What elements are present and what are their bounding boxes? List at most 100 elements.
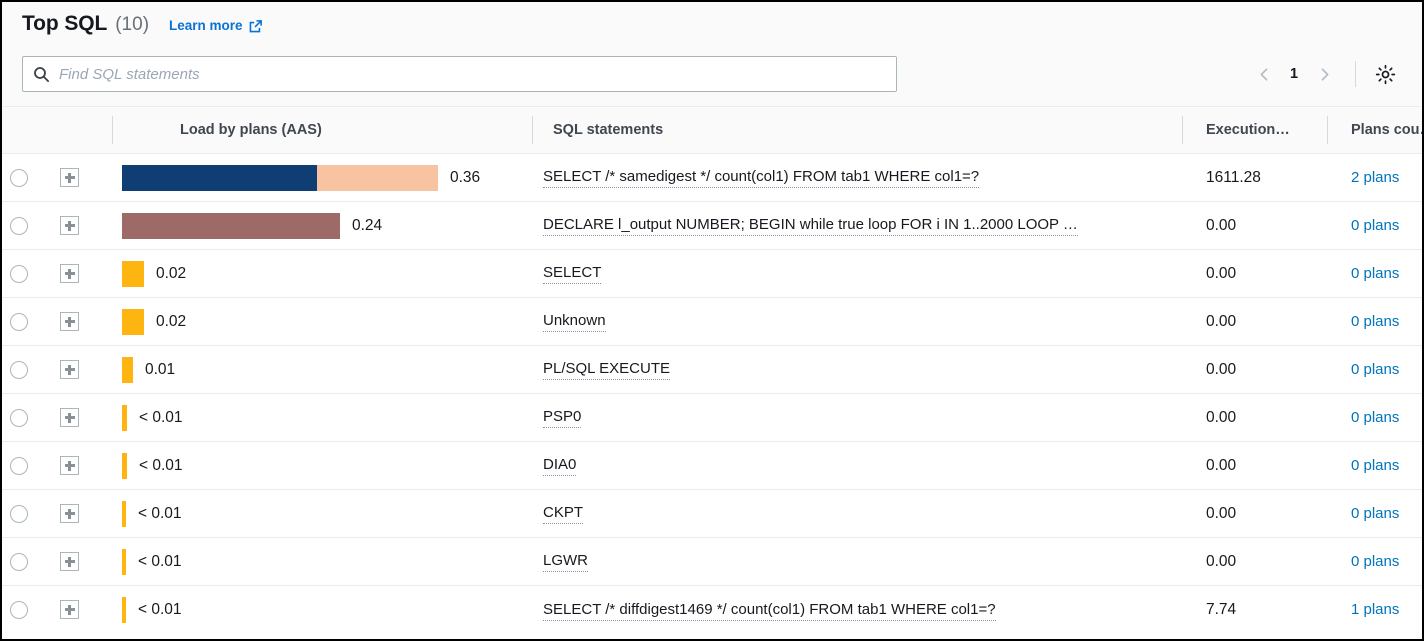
sql-statement-cell: PL/SQL EXECUTE [532, 346, 1182, 394]
next-page-button[interactable] [1307, 57, 1341, 91]
load-bar[interactable] [122, 261, 144, 287]
sql-statement-text[interactable]: Unknown [543, 312, 606, 332]
plans-count-cell: 0 plans [1327, 346, 1422, 394]
plans-count-cell: 0 plans [1327, 250, 1422, 298]
load-bar[interactable] [122, 405, 127, 431]
load-bar-segment [122, 549, 126, 575]
learn-more-link[interactable]: Learn more [169, 18, 263, 33]
table-row[interactable]: 0.02Unknown0.000 plans [2, 298, 1422, 346]
load-bar[interactable] [122, 309, 144, 335]
expand-plus-icon[interactable] [60, 408, 79, 427]
table-row[interactable]: 0.24 DECLARE l_output NUMBER; BEGIN while… [2, 202, 1422, 250]
previous-page-button[interactable] [1247, 57, 1281, 91]
preferences-button[interactable] [1370, 59, 1400, 89]
plans-count-link[interactable]: 0 plans [1351, 553, 1399, 570]
row-radio-button[interactable] [10, 553, 28, 571]
executions-value: 1611.28 [1182, 154, 1327, 202]
expand-plus-icon[interactable] [60, 216, 79, 235]
plans-count-link[interactable]: 0 plans [1351, 409, 1399, 426]
expand-plus-icon[interactable] [60, 264, 79, 283]
item-count: (10) [115, 14, 149, 36]
load-bar[interactable] [122, 213, 340, 239]
plans-count-link[interactable]: 1 plans [1351, 601, 1399, 618]
row-radio-button[interactable] [10, 505, 28, 523]
row-expand-cell [50, 490, 112, 538]
search-box[interactable] [22, 56, 897, 92]
sql-statement-text[interactable]: DECLARE l_output NUMBER; BEGIN while tru… [543, 216, 1078, 236]
plans-count-cell: 0 plans [1327, 202, 1422, 250]
header-selection [2, 107, 50, 154]
expand-plus-icon[interactable] [60, 504, 79, 523]
table-row[interactable]: < 0.01 DIA0 0.00 0 plans [2, 442, 1422, 490]
load-by-plans-cell: 0.02 [112, 250, 532, 298]
sql-statement-text[interactable]: PL/SQL EXECUTE [543, 360, 670, 380]
gear-icon [1375, 64, 1396, 85]
row-expand-cell [50, 154, 112, 202]
column-header-load-by-plans[interactable]: Load by plans (AAS) [112, 107, 532, 154]
sql-statement-text[interactable]: CKPT [543, 504, 583, 524]
load-bar[interactable] [122, 453, 127, 479]
table-row[interactable]: < 0.01CKPT0.000 plans [2, 490, 1422, 538]
expand-plus-icon[interactable] [60, 600, 79, 619]
plans-count-link[interactable]: 2 plans [1351, 169, 1399, 186]
load-bar[interactable] [122, 357, 133, 383]
plans-count-link[interactable]: 0 plans [1351, 217, 1399, 234]
load-bar-segment [122, 165, 317, 191]
table-row[interactable]: < 0.01 SELECT /* diffdigest1469 */ count(… [2, 586, 1422, 634]
row-select-cell [2, 154, 50, 202]
row-radio-button[interactable] [10, 169, 28, 187]
expand-plus-icon[interactable] [60, 456, 79, 475]
sql-statement-cell: DIA0 [532, 442, 1182, 490]
load-bar[interactable] [122, 597, 126, 623]
plans-count-link[interactable]: 0 plans [1351, 313, 1399, 330]
load-by-plans-cell: < 0.01 [112, 586, 532, 634]
sql-statement-text[interactable]: PSP0 [543, 408, 581, 428]
row-radio-button[interactable] [10, 265, 28, 283]
row-radio-button[interactable] [10, 409, 28, 427]
row-radio-button[interactable] [10, 361, 28, 379]
sql-statement-text[interactable]: DIA0 [543, 456, 576, 476]
table-row[interactable]: 0.36SELECT /* samedigest */ count(col1) … [2, 154, 1422, 202]
load-bar-wrapper: 0.24 [112, 213, 532, 239]
load-bar[interactable] [122, 549, 126, 575]
load-bar[interactable] [122, 501, 126, 527]
plans-count-link[interactable]: 0 plans [1351, 457, 1399, 474]
row-radio-button[interactable] [10, 457, 28, 475]
plans-count-link[interactable]: 0 plans [1351, 505, 1399, 522]
plans-count-link[interactable]: 0 plans [1351, 361, 1399, 378]
table-row[interactable]: < 0.01PSP00.000 plans [2, 394, 1422, 442]
table-row[interactable]: 0.01PL/SQL EXECUTE0.000 plans [2, 346, 1422, 394]
external-link-icon [248, 19, 263, 34]
sql-statement-text[interactable]: LGWR [543, 552, 588, 572]
row-select-cell [2, 250, 50, 298]
sql-statement-text[interactable]: SELECT /* samedigest */ count(col1) FROM… [543, 168, 979, 188]
row-radio-button[interactable] [10, 313, 28, 331]
load-bar-segment [122, 213, 340, 239]
table-row[interactable]: < 0.01LGWR0.000 plans [2, 538, 1422, 586]
plans-count-link[interactable]: 0 plans [1351, 265, 1399, 282]
search-input[interactable] [59, 66, 886, 83]
sql-statement-cell: SELECT /* diffdigest1469 */ count(col1) … [532, 586, 1182, 634]
column-header-plans-count[interactable]: Plans cou… [1327, 107, 1422, 154]
expand-plus-icon[interactable] [60, 312, 79, 331]
row-radio-button[interactable] [10, 601, 28, 619]
expand-plus-icon[interactable] [60, 360, 79, 379]
page-number-1[interactable]: 1 [1281, 66, 1307, 82]
executions-value: 0.00 [1182, 442, 1327, 490]
load-value: < 0.01 [138, 505, 182, 523]
sql-statement-text[interactable]: SELECT [543, 264, 601, 284]
load-bar-wrapper: < 0.01 [112, 453, 532, 479]
expand-plus-icon[interactable] [60, 552, 79, 571]
row-radio-button[interactable] [10, 217, 28, 235]
table-row[interactable]: 0.02SELECT0.000 plans [2, 250, 1422, 298]
column-header-sql-statements[interactable]: SQL statements [532, 107, 1182, 154]
expand-plus-icon[interactable] [60, 168, 79, 187]
sql-statement-text[interactable]: SELECT /* diffdigest1469 */ count(col1) … [543, 601, 996, 621]
column-header-plans-label: Plans cou… [1327, 122, 1422, 138]
page-title: Top SQL [22, 12, 107, 36]
pagination: 1 [1247, 57, 1402, 91]
column-header-executions[interactable]: Execution… [1182, 107, 1327, 154]
load-bar[interactable] [122, 165, 438, 191]
load-bar-wrapper: < 0.01 [112, 549, 532, 575]
plans-count-cell: 2 plans [1327, 154, 1422, 202]
